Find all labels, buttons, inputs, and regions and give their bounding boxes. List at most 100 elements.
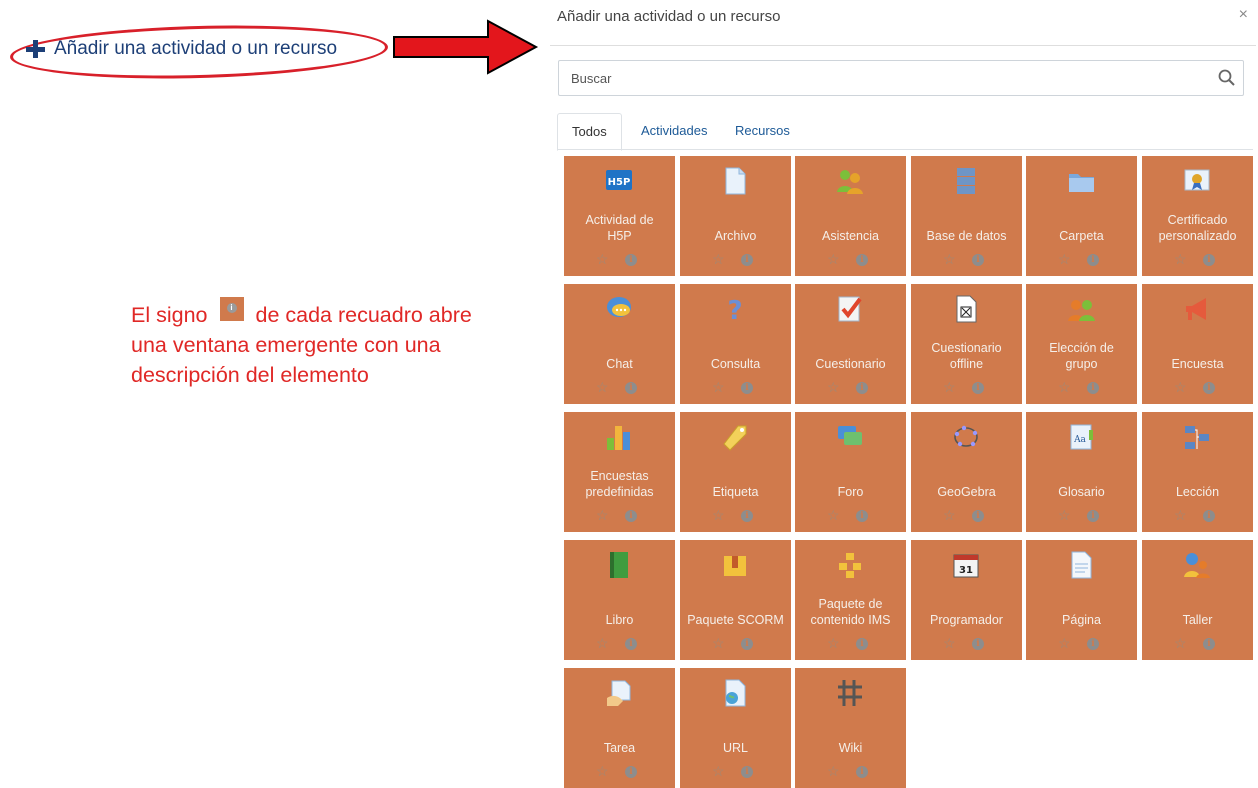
info-icon[interactable]: i [856,510,868,522]
folder-icon [1069,174,1094,192]
activity-tile[interactable]: Elección de grupo ☆ i [1026,284,1137,404]
info-icon[interactable]: i [625,382,637,394]
star-icon[interactable]: ☆ [712,636,725,650]
activity-tile[interactable]: Encuesta ☆ i [1142,284,1253,404]
star-icon[interactable]: ☆ [827,764,840,778]
star-icon[interactable]: ☆ [1174,252,1187,266]
star-icon[interactable]: ☆ [827,380,840,394]
info-icon[interactable]: i [741,382,753,394]
activity-tile[interactable]: Tarea ☆ i [564,668,675,788]
info-icon[interactable]: i [1203,382,1215,394]
tab-actividades[interactable]: Actividades [627,113,721,149]
info-icon[interactable]: i [1087,510,1099,522]
activity-tile[interactable]: Cuestionario ☆ i [795,284,906,404]
activity-tile[interactable]: Taller ☆ i [1142,540,1253,660]
close-icon[interactable]: × [1239,6,1248,24]
activity-tile[interactable]: Aa Glosario ☆ i [1026,412,1137,532]
wiki-icon [838,680,862,706]
info-icon[interactable]: i [1087,638,1099,650]
info-icon[interactable]: i [625,510,637,522]
activity-tile[interactable]: Carpeta ☆ i [1026,156,1137,276]
star-icon[interactable]: ☆ [1058,252,1071,266]
info-icon[interactable]: i [741,510,753,522]
tab-recursos[interactable]: Recursos [721,113,804,149]
activity-tile-label: Consulta [710,357,761,371]
explanation-note: El signo i de cada recuadro abre una ven… [131,297,541,390]
info-icon[interactable]: i [856,638,868,650]
activity-tile[interactable]: Página ☆ i [1026,540,1137,660]
activity-tile-label: Paquete SCORM [687,613,784,627]
plus-icon [26,39,46,59]
activity-tile[interactable]: 31 Programador ☆ i [911,540,1022,660]
activity-tile[interactable]: H5P Actividad de H5P ☆ i [564,156,675,276]
info-icon[interactable]: i [625,766,637,778]
info-icon[interactable]: i [1203,510,1215,522]
star-icon[interactable]: ☆ [596,380,609,394]
star-icon[interactable]: ☆ [943,508,956,522]
info-sample-icon: i [219,297,244,321]
database-icon [957,168,975,194]
star-icon[interactable]: ☆ [1058,380,1071,394]
star-icon[interactable]: ☆ [1174,636,1187,650]
activity-tile[interactable]: Encuestas predefinidas ☆ i [564,412,675,532]
info-icon[interactable]: i [972,510,984,522]
info-icon[interactable]: i [856,254,868,266]
info-icon[interactable]: i [1087,382,1099,394]
activity-tile-label: Lección [1175,485,1220,499]
star-icon[interactable]: ☆ [1174,380,1187,394]
star-icon[interactable]: ☆ [1174,508,1187,522]
activity-tile[interactable]: Lección ☆ i [1142,412,1253,532]
star-icon[interactable]: ☆ [596,636,609,650]
info-icon[interactable]: i [1203,254,1215,266]
star-icon[interactable]: ☆ [596,508,609,522]
info-icon[interactable]: i [856,382,868,394]
search-input[interactable] [559,61,1179,95]
url-icon [725,679,746,707]
activity-tile[interactable]: Archivo ☆ i [680,156,791,276]
activity-tile[interactable]: Cuestionario offline ☆ i [911,284,1022,404]
info-icon[interactable]: i [741,638,753,650]
star-icon[interactable]: ☆ [943,636,956,650]
star-icon[interactable]: ☆ [1058,636,1071,650]
activity-tile[interactable]: Foro ☆ i [795,412,906,532]
star-icon[interactable]: ☆ [596,252,609,266]
info-icon[interactable]: i [741,766,753,778]
activity-tile[interactable]: URL ☆ i [680,668,791,788]
info-icon[interactable]: i [856,766,868,778]
star-icon[interactable]: ☆ [827,508,840,522]
add-activity-link[interactable]: Añadir una actividad o un recurso [9,21,389,83]
info-icon[interactable]: i [625,638,637,650]
info-icon[interactable]: i [972,382,984,394]
activity-tile[interactable]: Paquete de contenido IMS ☆ i [795,540,906,660]
info-icon[interactable]: i [1087,254,1099,266]
info-icon[interactable]: i [625,254,637,266]
activity-tile[interactable]: Base de datos ☆ i [911,156,1022,276]
info-icon[interactable]: i [741,254,753,266]
star-icon[interactable]: ☆ [1058,508,1071,522]
activity-tile[interactable]: Chat ☆ i [564,284,675,404]
star-icon[interactable]: ☆ [712,764,725,778]
activity-tile[interactable]: Asistencia ☆ i [795,156,906,276]
activity-tile[interactable]: ? Consulta ☆ i [680,284,791,404]
activity-tile[interactable]: GeoGebra ☆ i [911,412,1022,532]
star-icon[interactable]: ☆ [827,252,840,266]
star-icon[interactable]: ☆ [943,252,956,266]
file-icon [725,167,746,195]
activity-tile[interactable]: Etiqueta ☆ i [680,412,791,532]
tab-todos[interactable]: Todos [557,113,622,151]
star-icon[interactable]: ☆ [943,380,956,394]
star-icon[interactable]: ☆ [712,380,725,394]
info-icon[interactable]: i [972,254,984,266]
info-icon[interactable]: i [972,638,984,650]
quiz-icon [838,296,862,322]
star-icon[interactable]: ☆ [712,508,725,522]
activity-tile[interactable]: Paquete SCORM ☆ i [680,540,791,660]
star-icon[interactable]: ☆ [712,252,725,266]
activity-tile[interactable]: Libro ☆ i [564,540,675,660]
search-icon[interactable] [1218,69,1235,86]
activity-tile[interactable]: Certificado personalizado ☆ i [1142,156,1253,276]
info-icon[interactable]: i [1203,638,1215,650]
star-icon[interactable]: ☆ [596,764,609,778]
activity-tile[interactable]: Wiki ☆ i [795,668,906,788]
star-icon[interactable]: ☆ [827,636,840,650]
